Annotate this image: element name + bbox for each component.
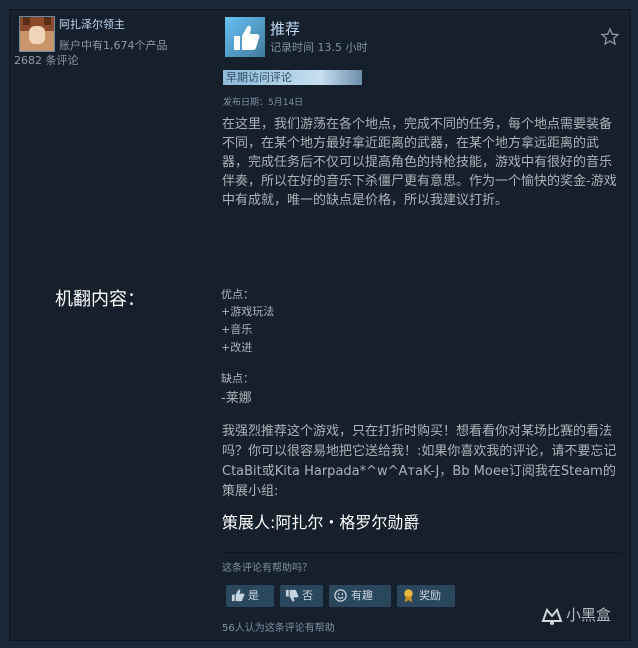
author-products[interactable]: 账户中有1,674个产品 (59, 37, 168, 53)
helpful-no-button[interactable]: 否 (280, 585, 323, 607)
pros-item: +游戏玩法 (221, 305, 275, 318)
helpful-yes-label: 是 (248, 589, 259, 602)
pros-label: 优点： (221, 288, 254, 301)
cons-label: 缺点： (221, 372, 254, 385)
star-icon[interactable] (600, 27, 620, 47)
early-access-banner: 早期访问评论 (223, 70, 362, 85)
review-body: 在这里，我们游荡在各个地点，完成不同的任务，每个地点需要装备不同，在某个地方最好… (222, 117, 617, 208)
award-label: 奖励 (419, 589, 441, 602)
author-reviews[interactable]: 2682 条评论 (14, 52, 79, 68)
review-panel (9, 9, 631, 641)
award-button[interactable]: 奖励 (397, 585, 455, 607)
funny-label: 有趣 (351, 589, 373, 602)
author-name[interactable]: 阿扎泽尔领主 (59, 16, 125, 32)
pros-item: +音乐 (221, 323, 253, 336)
avatar-ear-right (44, 17, 51, 25)
review-verdict[interactable]: 推荐 (270, 18, 300, 39)
thumbs-down-icon (285, 589, 299, 602)
watermark-text: 小黑盒 (566, 606, 612, 624)
cons-item: -莱娜 (221, 391, 252, 406)
xiaoheihe-logo-icon (541, 608, 563, 625)
divider (222, 552, 620, 553)
pros-item: +改进 (221, 341, 253, 354)
review-paragraph-2: 我强烈推荐这个游戏，只在打折时购买！想看看你对某场比赛的看法吗？你可以很容易地把… (222, 424, 617, 499)
award-icon (404, 589, 413, 603)
helpful-no-label: 否 (302, 589, 313, 602)
thumbs-up-icon (225, 17, 265, 57)
helpful-question: 这条评论有帮助吗？ (222, 563, 312, 574)
helpful-count: 56人认为这条评论有帮助 (222, 623, 335, 634)
curator-line: 策展人:阿扎尔・格罗尔勋爵 (222, 513, 420, 532)
avatar-ear-left (23, 17, 30, 25)
funny-button[interactable]: 有趣 (329, 585, 391, 607)
review-hours: 记录时间 13.5 小时 (270, 41, 368, 54)
helpful-yes-button[interactable]: 是 (226, 585, 274, 607)
avatar-face (29, 26, 45, 44)
author-avatar[interactable] (19, 16, 55, 52)
thumbs-up-icon (231, 589, 245, 602)
machine-translation-label: 机翻内容： (55, 289, 145, 310)
smiley-icon (334, 589, 347, 602)
posted-date: 发布日期：5月14日 (223, 98, 304, 108)
